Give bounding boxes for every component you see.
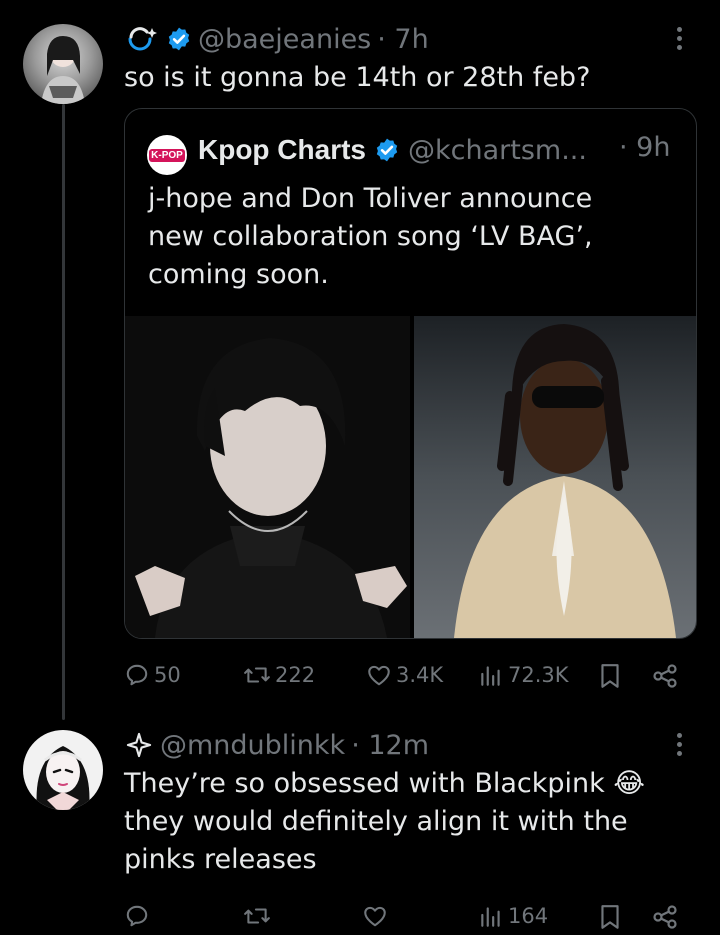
quote-time[interactable]: · 9h xyxy=(619,132,670,163)
reply-button[interactable]: 50 xyxy=(124,662,181,688)
share-icon xyxy=(651,903,679,931)
quote-handle[interactable]: @kchartsm... xyxy=(408,135,587,166)
kpop-logo-text: K-POP xyxy=(149,148,185,162)
bookmark-button[interactable] xyxy=(598,662,622,690)
tweet2-header: @mndublinkk · 12m xyxy=(124,728,429,762)
share-button[interactable] xyxy=(651,903,679,931)
reply-count: 50 xyxy=(154,663,181,687)
tweet2-handle[interactable]: @mndublinkk xyxy=(160,730,345,761)
tweet2-time[interactable]: · 12m xyxy=(351,730,429,761)
tweet1-more-icon[interactable] xyxy=(677,27,683,50)
views-button[interactable]: 164 xyxy=(478,903,548,929)
avatar-mndublinkk[interactable] xyxy=(23,730,103,810)
bookmark-button[interactable] xyxy=(598,903,622,931)
quote-text-line: new collaboration song ‘LV BAG’, xyxy=(148,221,593,252)
views-count: 72.3K xyxy=(508,663,569,687)
quoted-tweet-card[interactable]: K-POP Kpop Charts @kchartsm... · 9h j-ho… xyxy=(124,108,697,639)
tweet2-text-line: They’re so obsessed with Blackpink 😂 xyxy=(124,768,645,799)
retweet-button[interactable]: 222 xyxy=(243,662,315,688)
bookmark-icon xyxy=(598,903,622,931)
quote-text-line: j-hope and Don Toliver announce xyxy=(148,183,593,214)
like-button[interactable] xyxy=(362,903,392,929)
tweet1-time[interactable]: · 7h xyxy=(377,24,428,55)
thread-connector-line xyxy=(62,104,65,720)
share-button[interactable] xyxy=(651,662,679,690)
retweet-icon xyxy=(243,903,271,929)
tweet1-text: so is it gonna be 14th or 28th feb? xyxy=(124,62,591,93)
quote-text-line: coming soon. xyxy=(148,259,329,290)
heart-icon xyxy=(366,662,392,688)
quote-author-name[interactable]: Kpop Charts xyxy=(198,134,366,166)
bookmark-icon xyxy=(598,662,622,690)
reply-icon xyxy=(124,662,150,688)
like-button[interactable]: 3.4K xyxy=(366,662,443,688)
verified-badge-icon xyxy=(166,26,192,52)
avatar-baejeanies[interactable] xyxy=(23,24,103,104)
jhope-photo[interactable] xyxy=(125,316,410,638)
emoji-badge-icon xyxy=(124,24,160,54)
heart-icon xyxy=(362,903,388,929)
views-chart-icon xyxy=(478,903,504,929)
don-toliver-photo[interactable] xyxy=(414,316,696,638)
sparkle-icon xyxy=(124,731,154,759)
views-count: 164 xyxy=(508,904,549,928)
tweet2-more-icon[interactable] xyxy=(677,733,683,756)
reply-icon xyxy=(124,903,150,929)
like-count: 3.4K xyxy=(396,663,444,687)
verified-badge-icon xyxy=(374,137,400,163)
retweet-button[interactable] xyxy=(243,903,275,929)
retweet-icon xyxy=(243,662,271,688)
tweet2-text-line: pinks releases xyxy=(124,844,317,875)
tweet2-text-line: they would definitely align it with the xyxy=(124,806,628,837)
tweet1-header: @baejeanies · 7h xyxy=(124,22,429,56)
kpop-charts-avatar: K-POP xyxy=(147,135,187,175)
share-icon xyxy=(651,662,679,690)
views-button[interactable]: 72.3K xyxy=(478,662,569,688)
quote-text: j-hope and Don Toliver announce new coll… xyxy=(148,180,688,294)
retweet-count: 222 xyxy=(275,663,316,687)
tweet1-handle[interactable]: @baejeanies xyxy=(198,24,371,55)
quote-header: Kpop Charts @kchartsm... xyxy=(198,132,587,168)
reply-button[interactable] xyxy=(124,903,154,929)
tweet2-text: They’re so obsessed with Blackpink 😂 the… xyxy=(124,765,704,879)
views-chart-icon xyxy=(478,662,504,688)
